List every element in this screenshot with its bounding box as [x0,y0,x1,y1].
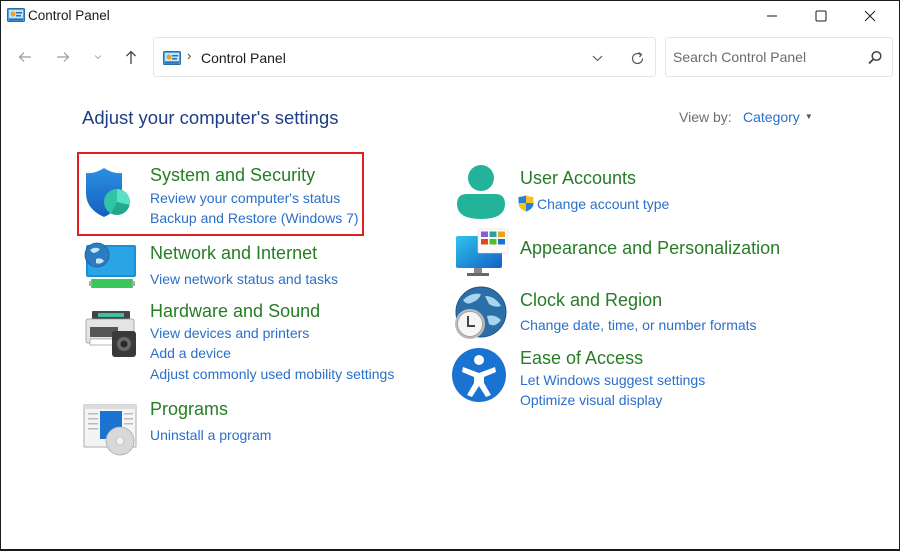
link-review-computer-status[interactable]: Review your computer's status [150,190,340,206]
navigation-bar: › Control Panel [1,37,899,77]
view-by-dropdown[interactable]: Category ▼ [743,109,813,125]
category-title-ease-of-access[interactable]: Ease of Access [520,348,643,369]
printer-speaker-icon [85,311,136,357]
control-panel-location-icon [163,51,181,65]
window-title: Control Panel [28,8,110,23]
link-uninstall-a-program[interactable]: Uninstall a program [150,427,271,443]
network-icon [84,242,136,288]
recent-locations-button[interactable] [86,45,110,69]
control-panel-app-icon [7,8,25,22]
back-button[interactable] [13,45,37,69]
category-title-appearance-and-personalization[interactable]: Appearance and Personalization [520,238,780,259]
refresh-button[interactable] [627,48,647,68]
chevron-down-icon [94,55,102,60]
link-change-account-type[interactable]: Change account type [518,195,669,212]
address-history-dropdown[interactable] [587,48,607,68]
caret-down-icon: ▼ [804,111,813,121]
link-let-windows-suggest-settings[interactable]: Let Windows suggest settings [520,372,705,388]
user-icon [457,165,505,219]
uac-shield-icon [518,195,534,212]
breadcrumb-separator[interactable]: › [187,48,191,63]
link-add-a-device[interactable]: Add a device [150,345,231,361]
arrow-left-icon [18,52,31,62]
arrow-right-icon [57,52,70,62]
view-by-label: View by: [679,109,732,125]
breadcrumb-control-panel[interactable]: Control Panel [201,50,286,66]
link-optimize-visual-display[interactable]: Optimize visual display [520,392,662,408]
address-bar[interactable]: › Control Panel [153,37,656,77]
minimize-icon [767,15,777,17]
search-input[interactable] [673,49,858,65]
programs-disc-icon [83,404,137,456]
category-title-hardware-and-sound[interactable]: Hardware and Sound [150,301,320,322]
category-title-system-and-security[interactable]: System and Security [150,165,315,186]
category-title-network-and-internet[interactable]: Network and Internet [150,243,317,264]
globe-clock-icon [455,286,507,339]
link-change-account-type-label[interactable]: Change account type [537,196,669,212]
forward-button[interactable] [51,45,75,69]
close-button[interactable] [847,1,893,31]
close-icon [864,10,876,22]
shield-icon [86,168,130,217]
minimize-button[interactable] [749,1,795,31]
control-panel-window: Control Panel › Control Panel Search Con… [0,0,900,551]
category-title-clock-and-region[interactable]: Clock and Region [520,290,662,311]
link-adjust-mobility-settings[interactable]: Adjust commonly used mobility settings [150,366,394,382]
maximize-button[interactable] [798,1,844,31]
link-backup-and-restore[interactable]: Backup and Restore (Windows 7) [150,210,359,226]
search-icon[interactable] [866,49,884,67]
up-button[interactable] [119,45,143,69]
link-view-network-status[interactable]: View network status and tasks [150,271,338,287]
category-title-programs[interactable]: Programs [150,399,228,420]
page-heading: Adjust your computer's settings [82,107,339,128]
link-change-date-time-formats[interactable]: Change date, time, or number formats [520,317,757,333]
refresh-icon [631,51,643,64]
search-box[interactable] [665,37,893,77]
link-view-devices-and-printers[interactable]: View devices and printers [150,325,309,341]
accessibility-icon [452,348,506,402]
monitor-personalization-icon [456,228,509,276]
title-bar: Control Panel [1,1,899,31]
maximize-icon [815,10,827,22]
arrow-up-icon [126,50,136,64]
view-by-selected: Category [743,109,800,125]
category-title-user-accounts[interactable]: User Accounts [520,168,636,189]
chevron-down-icon [592,55,602,61]
